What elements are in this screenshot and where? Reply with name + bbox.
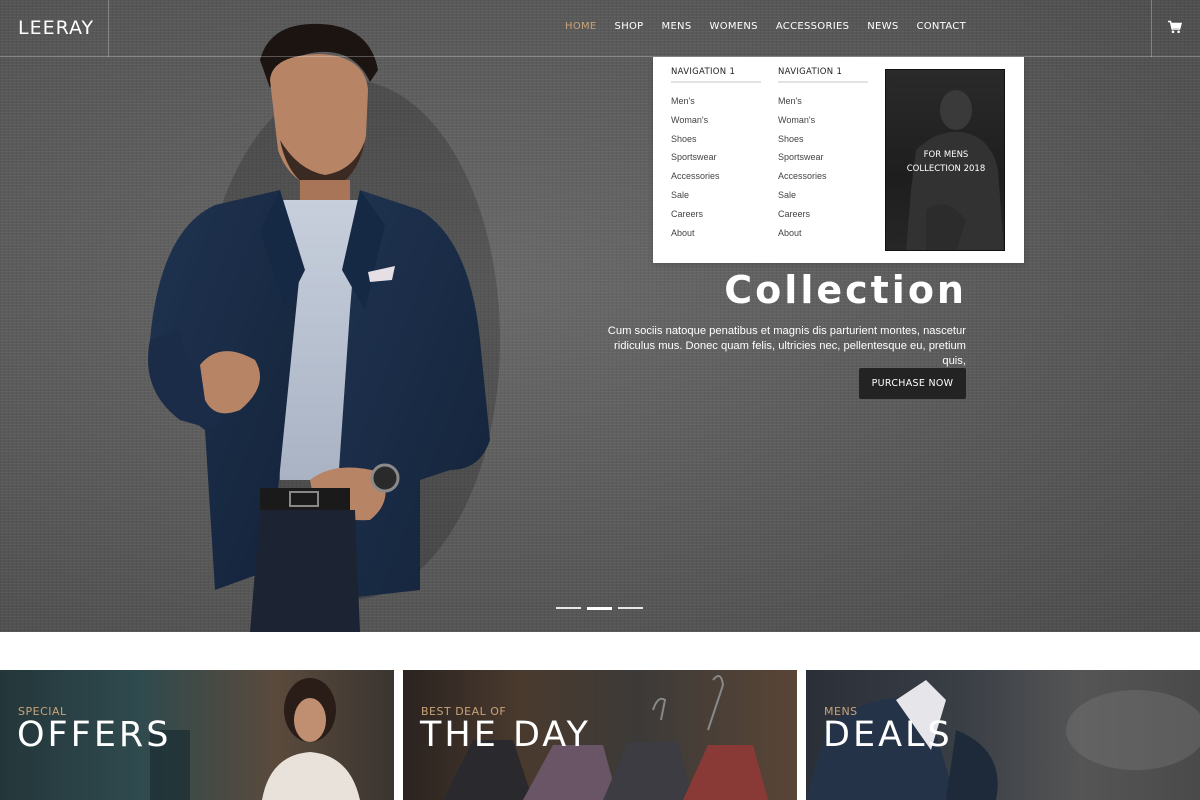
mega-menu-list: Men's Woman's Shoes Sportswear Accessori…: [778, 92, 868, 242]
banner-special-offers[interactable]: SPECIAL OFFERS: [0, 670, 394, 800]
mega-menu-promo-card[interactable]: FOR MENS COLLECTION 2018: [885, 69, 1005, 251]
banner-mens-deals[interactable]: MENS DEALS: [806, 670, 1200, 800]
promo-line-1: FOR MENS: [923, 150, 969, 160]
nav-accessories[interactable]: ACCESSORIES: [776, 21, 849, 32]
hero-description: Cum sociis natoque penatibus et magnis d…: [607, 325, 966, 367]
nav-shop[interactable]: SHOP: [615, 21, 644, 32]
mega-link-sale[interactable]: Sale: [778, 186, 868, 205]
nav-home[interactable]: HOME: [565, 21, 597, 32]
mega-link-mens[interactable]: Men's: [778, 92, 868, 111]
nav-news[interactable]: NEWS: [867, 21, 898, 32]
mega-menu-list: Men's Woman's Shoes Sportswear Accessori…: [671, 92, 761, 242]
purchase-now-button[interactable]: PURCHASE NOW: [859, 368, 966, 399]
banner-title: THE DAY: [420, 715, 591, 755]
mega-link-accessories[interactable]: Accessories: [671, 167, 761, 186]
mega-link-careers[interactable]: Careers: [671, 205, 761, 224]
slider-pagination: [556, 606, 643, 610]
mega-menu-heading: NAVIGATION 1: [671, 67, 761, 83]
mega-link-sale[interactable]: Sale: [671, 186, 761, 205]
mega-link-womans[interactable]: Woman's: [671, 111, 761, 130]
mega-link-sportswear[interactable]: Sportswear: [778, 148, 868, 167]
slider-dot-active[interactable]: [587, 606, 612, 610]
cart-icon[interactable]: [1168, 20, 1182, 34]
mega-menu-column: NAVIGATION 1 Men's Woman's Shoes Sportsw…: [671, 67, 761, 242]
hero-title: Collection: [724, 268, 967, 312]
mega-link-mens[interactable]: Men's: [671, 92, 761, 111]
mega-link-careers[interactable]: Careers: [778, 205, 868, 224]
mega-menu-dropdown: NAVIGATION 1 Men's Woman's Shoes Sportsw…: [653, 57, 1024, 263]
mega-link-about[interactable]: About: [671, 224, 761, 243]
header-divider: [1151, 0, 1152, 57]
promo-caption: FOR MENS COLLECTION 2018: [886, 148, 1004, 176]
hero-slider: LEERAY HOME SHOP MENS WOMENS ACCESSORIES…: [0, 0, 1200, 632]
site-header: LEERAY HOME SHOP MENS WOMENS ACCESSORIES…: [0, 0, 1200, 57]
slider-dot[interactable]: [618, 607, 643, 609]
mega-link-about[interactable]: About: [778, 224, 868, 243]
site-logo[interactable]: LEERAY: [18, 17, 94, 39]
nav-mens[interactable]: MENS: [662, 21, 692, 32]
mega-link-accessories[interactable]: Accessories: [778, 167, 868, 186]
mega-link-womans[interactable]: Woman's: [778, 111, 868, 130]
banner-best-deal[interactable]: BEST DEAL OF THE DAY: [403, 670, 797, 800]
nav-contact[interactable]: CONTACT: [916, 21, 966, 32]
mega-menu-heading: NAVIGATION 1: [778, 67, 868, 83]
mega-menu-column: NAVIGATION 1 Men's Woman's Shoes Sportsw…: [778, 67, 868, 242]
nav-womens[interactable]: WOMENS: [710, 21, 758, 32]
banner-title: DEALS: [823, 715, 953, 755]
main-nav: HOME SHOP MENS WOMENS ACCESSORIES NEWS C…: [565, 21, 966, 32]
promo-line-2: COLLECTION 2018: [906, 164, 986, 174]
header-divider: [108, 0, 109, 57]
mega-link-shoes[interactable]: Shoes: [671, 130, 761, 149]
banner-title: OFFERS: [17, 715, 172, 755]
slider-dot[interactable]: [556, 607, 581, 609]
model-image: [148, 23, 500, 632]
mega-link-sportswear[interactable]: Sportswear: [671, 148, 761, 167]
mega-link-shoes[interactable]: Shoes: [778, 130, 868, 149]
